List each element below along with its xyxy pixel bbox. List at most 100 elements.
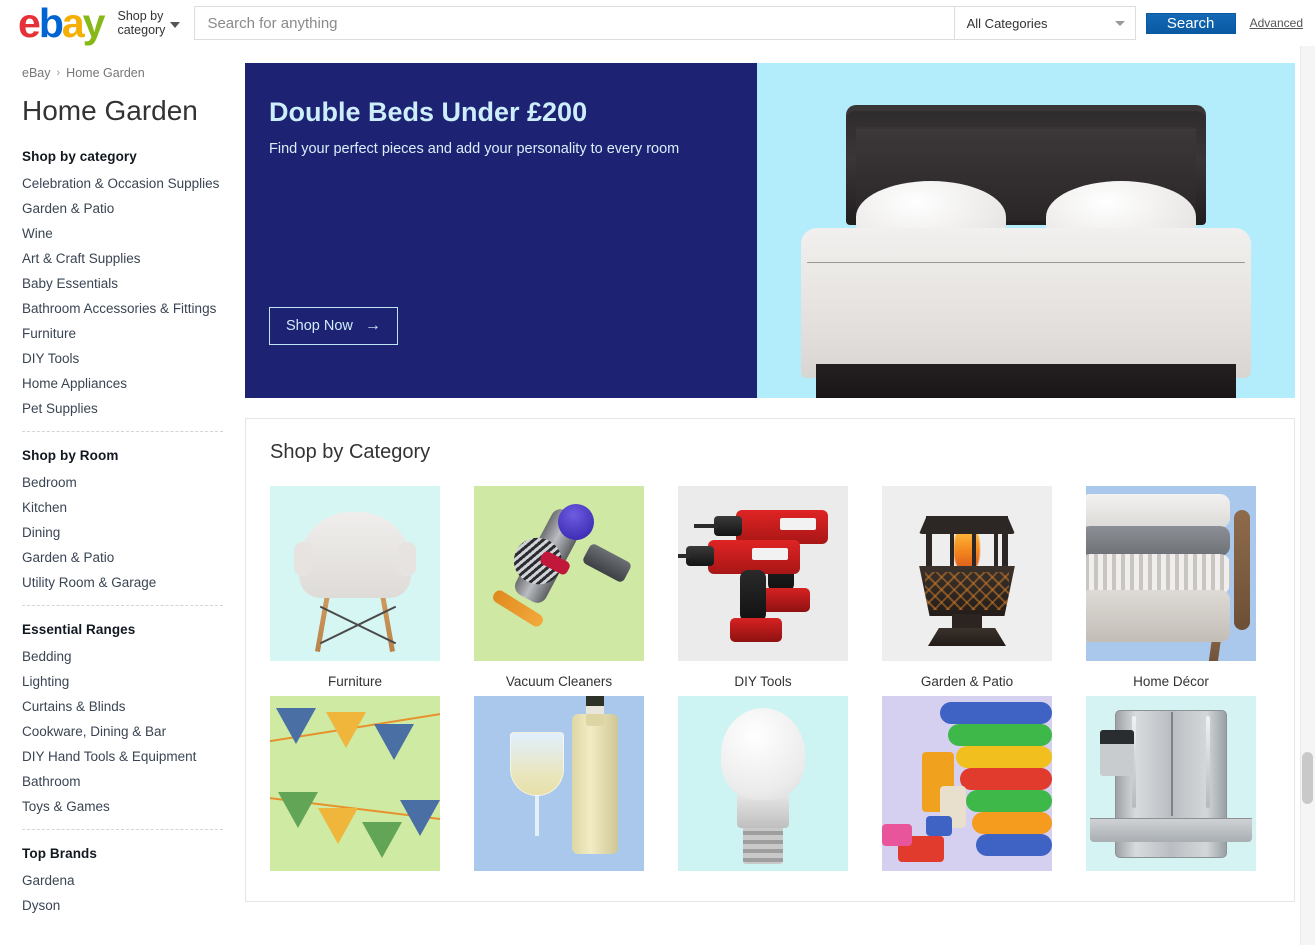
category-tile[interactable] [678, 696, 848, 872]
sidebar-item-baby-essentials[interactable]: Baby Essentials [22, 275, 223, 292]
breadcrumb-item-ebay[interactable]: eBay [22, 66, 51, 80]
bunting-flag-shape [374, 724, 414, 761]
fridge-drawer-shape [1090, 818, 1252, 843]
sidebar-divider [22, 430, 223, 432]
sidebar-divider [22, 828, 223, 830]
sidebar-item-garden-patio[interactable]: Garden & Patio [22, 200, 223, 217]
sidebar-item-furniture[interactable]: Furniture [22, 325, 223, 342]
sidebar-item-art-craft-supplies[interactable]: Art & Craft Supplies [22, 250, 223, 267]
chair-arm-shape [294, 542, 312, 576]
sidebar-item-diy-tools[interactable]: DIY Tools [22, 350, 223, 367]
hero-text-panel: Double Beds Under £200 Find your perfect… [245, 63, 757, 398]
bed-base-shape [816, 364, 1236, 398]
shop-by-category-card: Shop by Category Furniture Vacuum Cleaner… [245, 418, 1295, 903]
sidebar-divider [22, 604, 223, 606]
sidebar-item-garden-patio[interactable]: Garden & Patio [22, 549, 223, 566]
wine-bottle-neck-shape [586, 696, 604, 727]
sidebar-item-cookware-dining-bar[interactable]: Cookware, Dining & Bar [22, 723, 223, 740]
category-tile[interactable]: Garden & Patio [882, 486, 1052, 690]
hero-title: Double Beds Under £200 [269, 97, 588, 127]
sidebar-item-dining[interactable]: Dining [22, 524, 223, 541]
fire-pit-foot-shape [928, 628, 1006, 646]
scrollbar-thumb[interactable] [1302, 752, 1313, 804]
bunting-flag-shape [276, 708, 316, 745]
bunting-illustration [270, 696, 440, 872]
drill-shape [678, 540, 800, 642]
toy-ring-shape [956, 746, 1052, 769]
sidebar-item-toys-games[interactable]: Toys & Games [22, 798, 223, 815]
sidebar-item-bathroom[interactable]: Bathroom [22, 773, 223, 790]
sidebar-nav: Shop by category Celebration & Occasion S… [22, 149, 223, 914]
sidebar-item-curtains-blinds[interactable]: Curtains & Blinds [22, 698, 223, 715]
vacuum-cleaner-illustration [474, 486, 644, 661]
category-tile[interactable]: Furniture [270, 486, 440, 690]
sidebar-item-bedroom[interactable]: Bedroom [22, 474, 223, 491]
drill-chuck-shape [686, 546, 714, 566]
shop-by-category-dropdown[interactable]: Shop by category [117, 9, 181, 37]
logo-letter-y: y [82, 0, 106, 46]
category-tile[interactable]: DIY Tools [678, 486, 848, 690]
chevron-down-icon [1114, 21, 1125, 26]
wine-bottle-shape [572, 714, 618, 855]
category-tile[interactable] [882, 696, 1052, 872]
category-select-value: All Categories [966, 15, 1048, 31]
page-title: Home Garden [22, 95, 198, 126]
sidebar-item-utility-room-garage[interactable]: Utility Room & Garage [22, 574, 223, 591]
search-input[interactable] [194, 6, 954, 40]
category-tile-image [678, 696, 848, 872]
sidebar-item-dyson[interactable]: Dyson [22, 897, 223, 914]
main-content: Double Beds Under £200 Find your perfect… [245, 46, 1315, 945]
category-tile[interactable] [1086, 696, 1256, 872]
sidebar-item-wine[interactable]: Wine [22, 225, 223, 242]
toy-ring-shape [972, 812, 1052, 835]
sidebar-item-celebration-occasion-supplies[interactable]: Celebration & Occasion Supplies [22, 175, 223, 192]
sidebar-group-heading: Top Brands [22, 845, 97, 861]
ebay-logo[interactable]: ebay [18, 0, 106, 46]
bunting-flag-shape [400, 800, 440, 837]
category-tile[interactable] [474, 696, 644, 872]
bunting-flag-shape [278, 792, 318, 829]
sidebar-item-lighting[interactable]: Lighting [22, 673, 223, 690]
cushion-shape [1086, 526, 1230, 556]
category-tile-image [270, 486, 440, 661]
category-tile-image [270, 696, 440, 872]
page-body: eBay › Home Garden Home Garden Shop by c… [0, 46, 1315, 945]
advanced-search-link[interactable]: Advanced [1250, 16, 1303, 30]
power-drills-illustration [678, 486, 848, 661]
bed-duvet-shape [801, 228, 1251, 378]
search-button[interactable]: Search [1145, 12, 1236, 34]
hero-subtitle: Find your perfect pieces and add your pe… [269, 141, 680, 158]
sidebar-item-bedding[interactable]: Bedding [22, 648, 223, 665]
category-tile-image [1086, 696, 1256, 872]
sidebar-group: Essential Ranges Bedding Lighting Curtains … [22, 622, 223, 815]
sidebar-item-diy-hand-tools-equipment[interactable]: DIY Hand Tools & Equipment [22, 748, 223, 765]
category-tile[interactable]: Vacuum Cleaners [474, 486, 644, 690]
vertical-scrollbar[interactable] [1300, 46, 1315, 945]
drill-logo-plate-shape [780, 518, 816, 530]
sidebar-item-kitchen[interactable]: Kitchen [22, 499, 223, 516]
toys-illustration [882, 696, 1052, 872]
breadcrumb: eBay › Home Garden [22, 66, 223, 80]
global-header: ebay Shop by category All Categories Sea… [0, 0, 1315, 46]
chair-frame-shape [1234, 510, 1250, 630]
fridge-handle-shape [1206, 716, 1210, 809]
logo-letter-a: a [61, 0, 85, 46]
bulb-glass-shape [721, 708, 805, 801]
shop-now-button[interactable]: Shop Now → [269, 307, 398, 345]
vacuum-head-shape [581, 542, 633, 584]
fire-pit-bowl-shape [919, 566, 1015, 616]
category-tile-row-1: Furniture Vacuum Cleaners DIY Tools Garden … [270, 486, 1270, 690]
sidebar-item-gardena[interactable]: Gardena [22, 872, 223, 889]
sidebar-item-bathroom-accessories-fittings[interactable]: Bathroom Accessories & Fittings [22, 300, 223, 317]
category-tile-image [882, 486, 1052, 661]
category-select[interactable]: All Categories [953, 6, 1136, 40]
sidebar-item-pet-supplies[interactable]: Pet Supplies [22, 400, 223, 417]
toy-ring-shape [960, 768, 1052, 791]
category-tile-label: Furniture [327, 674, 383, 689]
wine-illustration [474, 696, 644, 872]
hero-banner[interactable]: Double Beds Under £200 Find your perfect… [245, 63, 1295, 398]
category-tile-label: Garden & Patio [920, 674, 1014, 689]
category-tile[interactable]: Home Décor [1086, 486, 1256, 690]
category-tile[interactable] [270, 696, 440, 872]
sidebar-item-home-appliances[interactable]: Home Appliances [22, 375, 223, 392]
